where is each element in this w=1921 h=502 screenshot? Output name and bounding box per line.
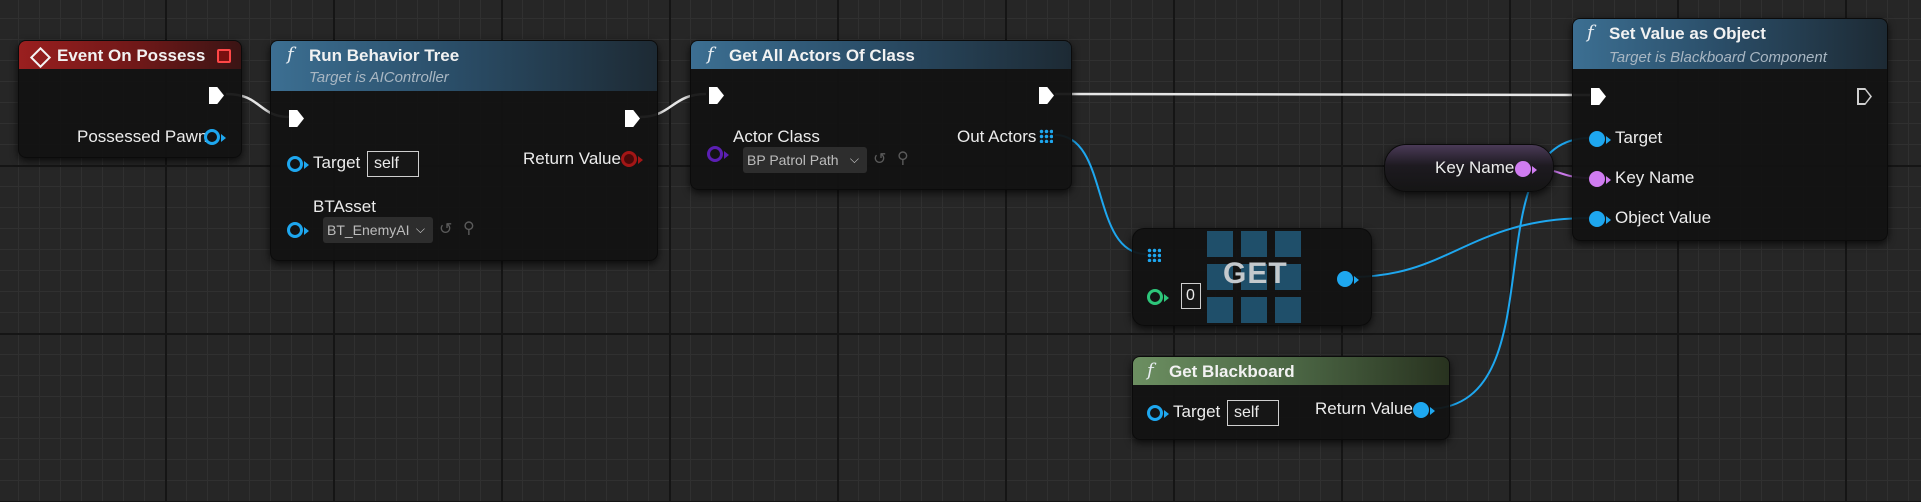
grid-cell [1241,297,1267,323]
target-arrow-icon [304,161,309,169]
node-subtitle: Target is AIController [309,69,449,86]
delegate-pin-icon[interactable] [217,49,231,63]
function-icon: f [1147,360,1154,381]
target-self-field[interactable]: self [1227,400,1279,426]
key-name-variable-pin[interactable] [1515,161,1531,177]
target-arrow-icon [1606,136,1611,144]
array-in-pin[interactable] [1147,248,1161,262]
event-on-possess-node[interactable]: Event On Possess Possessed Pawn [18,40,242,158]
exec-wire-getall-to-setvalue [1054,92,1591,97]
btasset-dropdown[interactable]: BT_EnemyAI ⌵ [323,217,433,243]
key-name-arrow-icon [1532,166,1537,174]
browse-icon[interactable]: ⚲ [897,148,909,168]
out-actors-array-pin[interactable] [1039,129,1053,143]
use-selected-icon[interactable]: ↺ [439,219,452,239]
target-pin[interactable] [1147,405,1163,421]
actor-class-dropdown[interactable]: BP Patrol Path ⌵ [743,147,867,173]
object-value-arrow-icon [1606,216,1611,224]
browse-icon[interactable]: ⚲ [463,218,475,238]
target-pin[interactable] [287,156,303,172]
target-pin[interactable] [1589,131,1605,147]
key-name-arrow-icon [1606,176,1611,184]
return-value-pin[interactable] [1413,402,1429,418]
grid-cell [1207,297,1233,323]
return-value-label: Return Value [523,149,621,168]
grid-cell [1207,231,1233,257]
event-title: Event On Possess [57,46,206,65]
use-selected-icon[interactable]: ↺ [873,149,886,169]
function-icon: f [287,44,294,65]
btasset-arrow-icon [304,227,309,235]
target-label: Target [1615,128,1663,147]
node-title: Get Blackboard [1169,362,1295,381]
node-subtitle: Target is Blackboard Component [1609,49,1827,66]
return-value-arrow-icon [1430,407,1435,415]
exec-out-pin[interactable] [209,87,224,104]
exec-out-pin[interactable] [1039,87,1054,104]
actor-class-pin[interactable] [707,146,723,162]
get-output-pin[interactable] [1337,271,1353,287]
index-arrow-icon [1164,294,1169,302]
actor-class-label: Actor Class [733,127,820,146]
function-icon: f [707,44,714,65]
target-self-field[interactable]: self [367,151,419,177]
key-name-variable-label: Key Name [1435,158,1515,177]
btasset-pin[interactable] [287,222,303,238]
btasset-label: BTAsset [313,197,376,216]
node-title: Set Value as Object [1609,24,1766,43]
set-value-as-object-node[interactable]: f Set Value as Object Target is Blackboa… [1572,18,1888,241]
possessed-pawn-pin[interactable] [204,129,220,145]
node-title: Run Behavior Tree [309,46,460,65]
btasset-value: BT_EnemyAI [327,222,410,238]
object-value-label: Object Value [1615,208,1712,227]
index-field[interactable]: 0 [1181,283,1201,309]
target-label: Target [1173,402,1221,421]
object-value-pin[interactable] [1589,211,1605,227]
key-name-pin[interactable] [1589,171,1605,187]
actor-class-value: BP Patrol Path [747,152,839,168]
exec-out-pin[interactable] [1857,88,1872,105]
exec-in-pin[interactable] [289,110,304,127]
array-get-node[interactable]: GET 0 [1132,228,1372,326]
exec-out-pin[interactable] [625,110,640,127]
return-value-arrow-icon [638,156,643,164]
return-value-pin[interactable] [621,151,637,167]
possessed-pawn-label: Possessed Pawn [77,127,208,146]
get-output-arrow-icon [1354,276,1359,284]
index-pin[interactable] [1147,289,1163,305]
chevron-down-icon: ⌵ [849,152,859,166]
grid-cell [1275,231,1301,257]
target-arrow-icon [1164,410,1169,418]
key-name-label: Key Name [1615,168,1695,187]
possessed-pawn-arrow-icon [221,134,226,142]
out-actors-label: Out Actors [957,127,1037,146]
get-blackboard-node[interactable]: f Get Blackboard Target self Return Valu… [1132,356,1450,440]
node-title: Get All Actors Of Class [729,46,915,65]
run-behavior-tree-node[interactable]: f Run Behavior Tree Target is AIControll… [270,40,658,261]
chevron-down-icon: ⌵ [415,222,425,236]
return-value-label: Return Value [1315,399,1413,418]
actor-class-arrow-icon [724,151,729,159]
exec-in-pin[interactable] [709,87,724,104]
grid-cell [1275,297,1301,323]
exec-in-pin[interactable] [1591,88,1606,105]
key-name-variable-node[interactable]: Key Name [1384,144,1554,192]
function-icon: f [1587,22,1594,43]
get-label: GET [1223,257,1288,290]
grid-cell [1241,231,1267,257]
target-label: Target [313,153,361,172]
get-all-actors-of-class-node[interactable]: f Get All Actors Of Class Actor Class BP… [690,40,1072,190]
data-wire-get-to-objectvalue [1351,217,1591,278]
